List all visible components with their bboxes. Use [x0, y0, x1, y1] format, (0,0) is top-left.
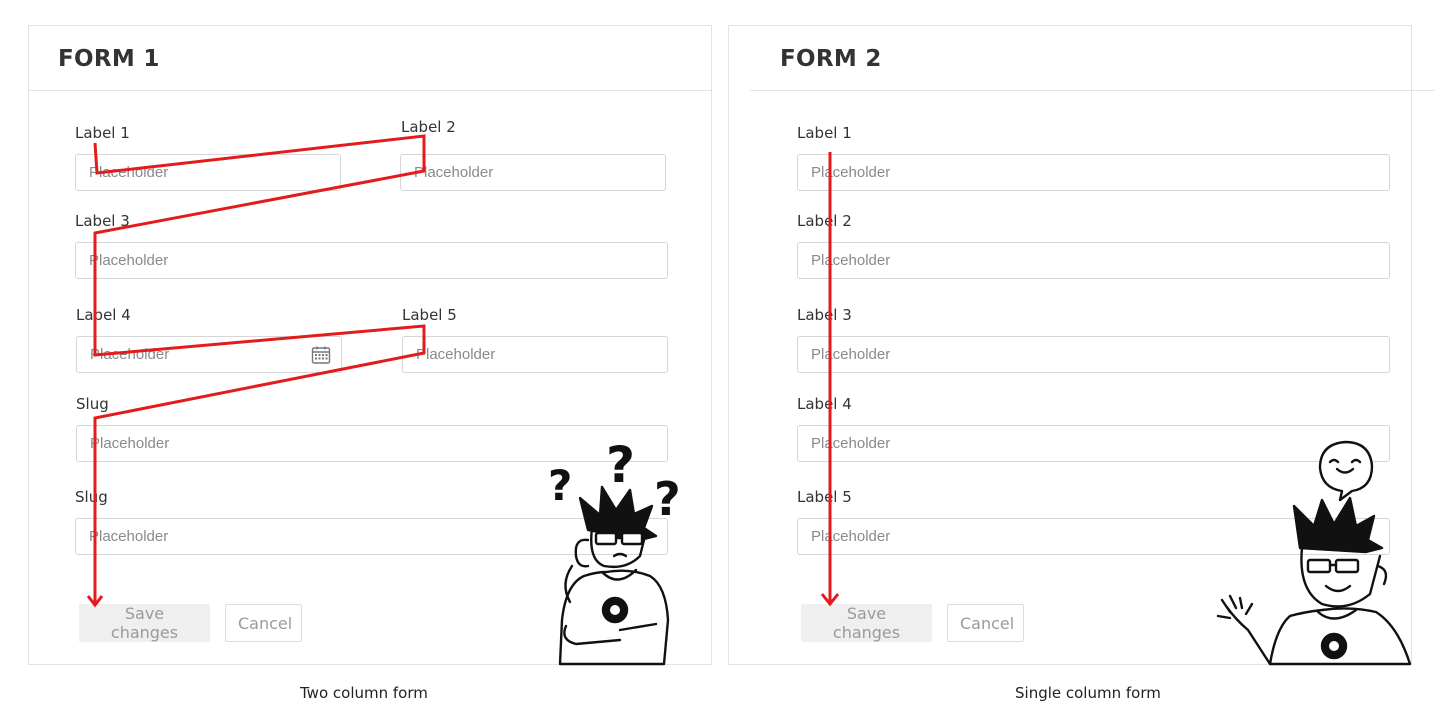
form-2-input-1[interactable] — [798, 155, 1389, 190]
form-2-input-5[interactable] — [798, 519, 1389, 554]
form-1-input-slug-2[interactable] — [76, 519, 667, 554]
form-1-label-5: Label 5 — [402, 306, 457, 324]
form-1-title: FORM 1 — [58, 46, 160, 72]
form-2-label-3: Label 3 — [797, 306, 852, 324]
form-2-caption: Single column form — [1015, 684, 1161, 702]
form-2-title: FORM 2 — [780, 46, 882, 72]
form-1-input-slug-1[interactable] — [77, 426, 667, 461]
form-2-field-1[interactable] — [797, 154, 1390, 191]
form-1-input-4[interactable] — [77, 337, 341, 372]
form-1-field-5[interactable] — [402, 336, 668, 373]
form-2-input-4[interactable] — [798, 426, 1389, 461]
form-2-label-1: Label 1 — [797, 124, 852, 142]
form-1-input-3[interactable] — [76, 243, 667, 278]
form-2-input-3[interactable] — [798, 337, 1389, 372]
form-1-save-button[interactable]: Save changes — [79, 604, 210, 642]
form-1-cancel-button[interactable]: Cancel — [225, 604, 302, 642]
form-1-date-field[interactable] — [76, 336, 342, 373]
form-2-input-2[interactable] — [798, 243, 1389, 278]
form-1-label-4: Label 4 — [76, 306, 131, 324]
form-1-label-1: Label 1 — [75, 124, 130, 142]
form-1-label-3: Label 3 — [75, 212, 130, 230]
calendar-icon[interactable] — [311, 345, 331, 365]
form-2-divider — [750, 90, 1435, 91]
form-1-panel: FORM 1 Label 1 Label 2 Label 3 Label 4 L… — [28, 25, 712, 665]
form-2-label-5: Label 5 — [797, 488, 852, 506]
form-1-field-slug-2[interactable] — [75, 518, 668, 555]
form-1-label-2: Label 2 — [401, 118, 456, 136]
form-1-input-1[interactable] — [76, 155, 340, 190]
form-1-input-2[interactable] — [401, 155, 665, 190]
form-1-field-3[interactable] — [75, 242, 668, 279]
form-2-cancel-button[interactable]: Cancel — [947, 604, 1024, 642]
form-1-label-slug-1: Slug — [76, 395, 109, 413]
form-1-caption: Two column form — [300, 684, 428, 702]
form-1-field-2[interactable] — [400, 154, 666, 191]
form-1-field-1[interactable] — [75, 154, 341, 191]
form-2-field-5[interactable] — [797, 518, 1390, 555]
form-1-input-5[interactable] — [403, 337, 667, 372]
form-2-field-4[interactable] — [797, 425, 1390, 462]
form-2-field-2[interactable] — [797, 242, 1390, 279]
form-1-divider — [29, 90, 712, 91]
form-2-label-4: Label 4 — [797, 395, 852, 413]
form-2-label-2: Label 2 — [797, 212, 852, 230]
form-2-field-3[interactable] — [797, 336, 1390, 373]
form-1-field-slug-1[interactable] — [76, 425, 668, 462]
form-2-panel: FORM 2 Label 1 Label 2 Label 3 Label 4 L… — [728, 25, 1435, 665]
form-2-save-button[interactable]: Save changes — [801, 604, 932, 642]
form-1-label-slug-2: Slug — [75, 488, 108, 506]
